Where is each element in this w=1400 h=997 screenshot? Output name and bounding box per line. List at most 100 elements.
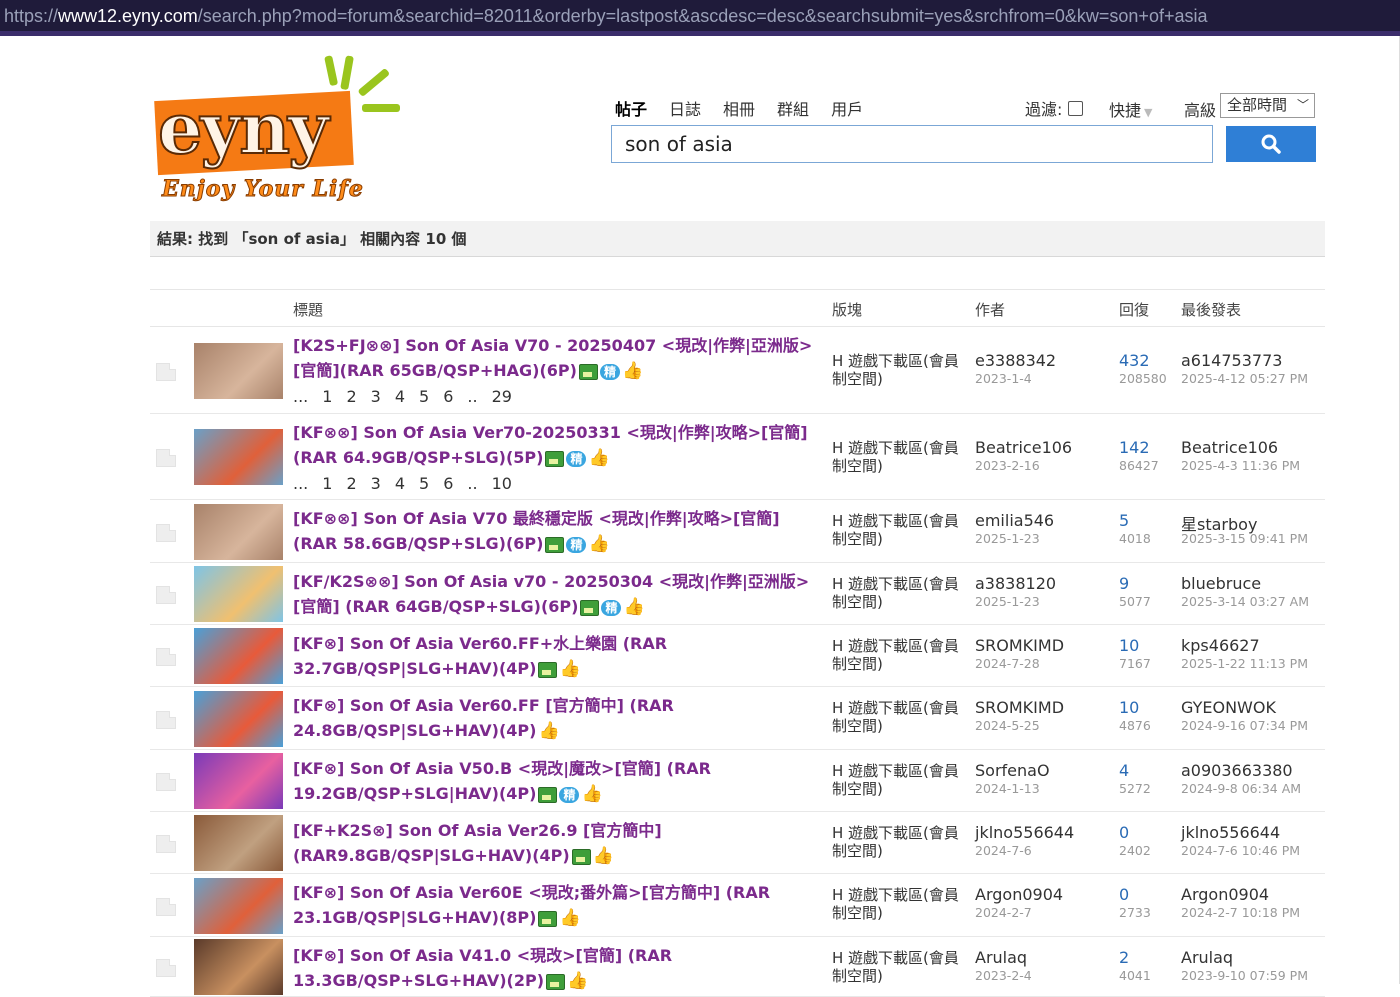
forum-link[interactable]: H 遊戲下載區(會員制空間) xyxy=(832,439,962,475)
thread-thumbnail[interactable] xyxy=(194,939,283,995)
thread-title-link[interactable]: [K2S+FJ⊗⊗] Son Of Asia V70 - 20250407 <現… xyxy=(293,333,813,409)
thread-title-link[interactable]: [KF⊗] Son Of Asia Ver60.FF+水上樂園 (RAR 32.… xyxy=(293,631,813,682)
forum-link[interactable]: H 遊戲下載區(會員制空間) xyxy=(832,637,962,673)
pager-link[interactable]: .. xyxy=(467,387,477,406)
address-bar[interactable]: https://www12.eyny.com/search.php?mod=fo… xyxy=(0,0,1400,36)
last-post-date[interactable]: 2024-7-6 10:46 PM xyxy=(1181,843,1300,858)
last-poster-link[interactable]: a614753773 xyxy=(1181,351,1282,370)
pager-link[interactable]: ... xyxy=(293,474,308,493)
thread-title-link[interactable]: [KF⊗] Son Of Asia Ver60E <現改;番外篇>[官方簡中] … xyxy=(293,880,813,931)
author-link[interactable]: jklno556644 xyxy=(975,823,1074,842)
last-post-date[interactable]: 2024-2-7 10:18 PM xyxy=(1181,905,1300,920)
last-post-date[interactable]: 2025-3-14 03:27 AM xyxy=(1181,594,1309,609)
site-logo[interactable]: eyny Enjoy Your Life xyxy=(150,46,410,216)
reply-count[interactable]: 4 xyxy=(1119,761,1129,780)
tab-blogs[interactable]: 日誌 xyxy=(669,96,701,124)
last-poster-link[interactable]: jklno556644 xyxy=(1181,823,1280,842)
thread-thumbnail[interactable] xyxy=(194,877,283,934)
reply-count[interactable]: 0 xyxy=(1119,885,1129,904)
pager-link[interactable]: ... xyxy=(293,387,308,406)
pager-link[interactable]: 6 xyxy=(443,387,453,406)
last-poster-link[interactable]: Arulaq xyxy=(1181,948,1233,967)
pager-link[interactable]: 2 xyxy=(346,474,356,493)
thread-thumbnail[interactable] xyxy=(194,566,283,622)
pager-link[interactable]: 3 xyxy=(371,474,381,493)
thread-title-link[interactable]: [KF⊗] Son Of Asia V50.B <現改|魔改>[官簡] (RAR… xyxy=(293,756,813,807)
pager-link[interactable]: 10 xyxy=(492,474,512,493)
last-post-date[interactable]: 2024-9-8 06:34 AM xyxy=(1181,781,1301,796)
reply-count[interactable]: 10 xyxy=(1119,698,1139,717)
author-link[interactable]: emilia546 xyxy=(975,511,1054,530)
thread-thumbnail[interactable] xyxy=(194,342,283,399)
last-post-date[interactable]: 2023-9-10 07:59 PM xyxy=(1181,968,1308,983)
author-link[interactable]: SROMKIMD xyxy=(975,698,1064,717)
thread-thumbnail[interactable] xyxy=(194,429,283,485)
pager-link[interactable]: 4 xyxy=(395,387,405,406)
tab-users[interactable]: 用戶 xyxy=(831,96,863,124)
last-poster-link[interactable]: a0903663380 xyxy=(1181,761,1293,780)
pager-link[interactable]: .. xyxy=(467,474,477,493)
author-link[interactable]: SROMKIMD xyxy=(975,636,1064,655)
forum-link[interactable]: H 遊戲下載區(會員制空間) xyxy=(832,886,962,922)
author-link[interactable]: Argon0904 xyxy=(975,885,1063,904)
last-post-date[interactable]: 2025-4-12 05:27 PM xyxy=(1181,371,1308,386)
last-post-date[interactable]: 2025-1-22 11:13 PM xyxy=(1181,656,1308,671)
reply-count[interactable]: 9 xyxy=(1119,574,1129,593)
thread-title-link[interactable]: [KF⊗] Son Of Asia Ver60.FF [官方簡中] (RAR 2… xyxy=(293,693,813,744)
forum-link[interactable]: H 遊戲下載區(會員制空間) xyxy=(832,824,962,860)
pager-link[interactable]: 1 xyxy=(322,387,332,406)
tab-albums[interactable]: 相冊 xyxy=(723,96,755,124)
last-poster-link[interactable]: kps46627 xyxy=(1181,636,1260,655)
search-button[interactable] xyxy=(1226,126,1316,162)
forum-link[interactable]: H 遊戲下載區(會員制空間) xyxy=(832,512,962,548)
last-post-date[interactable]: 2025-4-3 11:36 PM xyxy=(1181,458,1300,473)
pager-link[interactable]: 5 xyxy=(419,387,429,406)
thread-title-link[interactable]: [KF⊗⊗] Son Of Asia V70 最終穩定版 <現改|作弊|攻略>[… xyxy=(293,506,813,557)
tab-posts[interactable]: 帖子 xyxy=(615,96,647,124)
thread-title-link[interactable]: [KF+K2S⊗] Son Of Asia Ver26.9 [官方簡中] (RA… xyxy=(293,818,813,869)
forum-link[interactable]: H 遊戲下載區(會員制空間) xyxy=(832,762,962,798)
pager-link[interactable]: 4 xyxy=(395,474,405,493)
author-link[interactable]: a3838120 xyxy=(975,574,1056,593)
last-poster-link[interactable]: Beatrice106 xyxy=(1181,438,1278,457)
pager-link[interactable]: 6 xyxy=(443,474,453,493)
reply-count[interactable]: 10 xyxy=(1119,636,1139,655)
pager-link[interactable]: 1 xyxy=(322,474,332,493)
thread-thumbnail[interactable] xyxy=(194,503,283,560)
time-range-select[interactable]: 全部時間 ﹀ xyxy=(1220,93,1315,118)
thread-thumbnail[interactable] xyxy=(194,753,283,809)
last-poster-link[interactable]: GYEONWOK xyxy=(1181,698,1276,717)
author-link[interactable]: Beatrice106 xyxy=(975,438,1072,457)
forum-link[interactable]: H 遊戲下載區(會員制空間) xyxy=(832,575,962,611)
author-link[interactable]: e3388342 xyxy=(975,351,1056,370)
thread-thumbnail[interactable] xyxy=(194,628,283,684)
search-input[interactable]: son of asia xyxy=(611,125,1213,163)
thread-title-link[interactable]: [KF⊗⊗] Son Of Asia Ver70-20250331 <現改|作弊… xyxy=(293,420,813,496)
author-link[interactable]: SorfenaO xyxy=(975,761,1050,780)
pager-link[interactable]: 29 xyxy=(492,387,512,406)
thread-thumbnail[interactable] xyxy=(194,815,283,871)
last-post-date[interactable]: 2025-3-15 09:41 PM xyxy=(1181,531,1308,546)
forum-link[interactable]: H 遊戲下載區(會員制空間) xyxy=(832,699,962,735)
last-poster-link[interactable]: Argon0904 xyxy=(1181,885,1269,904)
pager-link[interactable]: 3 xyxy=(371,387,381,406)
advanced-search-link[interactable]: 高級 xyxy=(1184,97,1216,121)
pager-link[interactable]: 2 xyxy=(346,387,356,406)
reply-count[interactable]: 142 xyxy=(1119,438,1150,457)
last-poster-link[interactable]: bluebruce xyxy=(1181,574,1261,593)
last-post-date[interactable]: 2024-9-16 07:34 PM xyxy=(1181,718,1308,733)
reply-count[interactable]: 2 xyxy=(1119,948,1129,967)
thread-title-link[interactable]: [KF⊗] Son Of Asia V41.0 <現改>[官簡] (RAR 13… xyxy=(293,943,813,994)
forum-link[interactable]: H 遊戲下載區(會員制空間) xyxy=(832,949,962,985)
author-link[interactable]: Arulaq xyxy=(975,948,1027,967)
quick-menu[interactable]: 快捷 ▼ xyxy=(1109,97,1152,121)
forum-link[interactable]: H 遊戲下載區(會員制空間) xyxy=(832,352,962,388)
tab-groups[interactable]: 群組 xyxy=(777,96,809,124)
thread-title-link[interactable]: [KF/K2S⊗⊗] Son Of Asia v70 - 20250304 <現… xyxy=(293,569,813,620)
thread-thumbnail[interactable] xyxy=(194,690,283,747)
reply-count[interactable]: 432 xyxy=(1119,351,1150,370)
pager-link[interactable]: 5 xyxy=(419,474,429,493)
reply-count[interactable]: 5 xyxy=(1119,511,1129,530)
reply-count[interactable]: 0 xyxy=(1119,823,1129,842)
filter-checkbox[interactable] xyxy=(1068,100,1084,116)
